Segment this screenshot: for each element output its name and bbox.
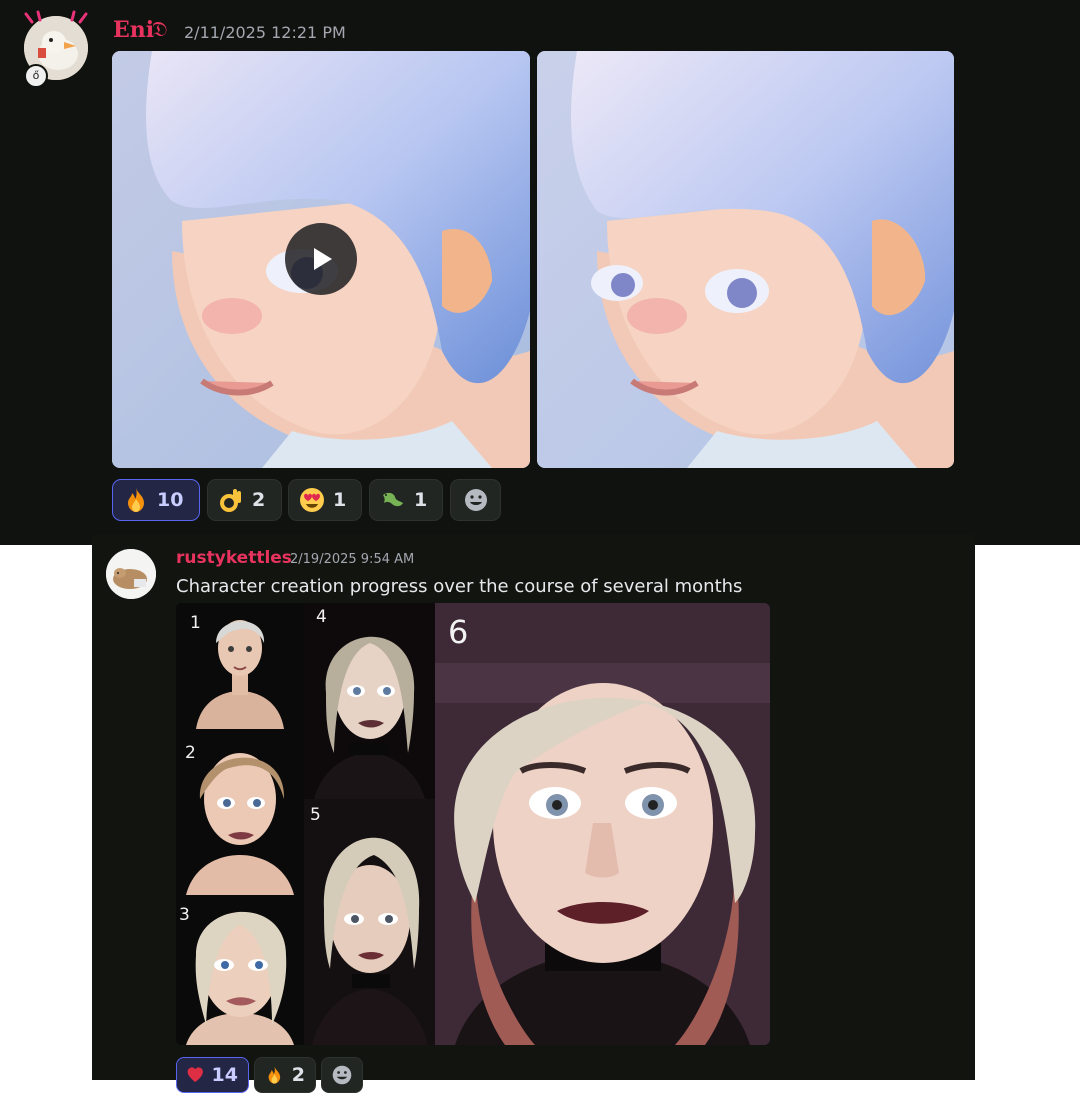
reaction-fire[interactable]: 2: [254, 1057, 316, 1093]
add-reaction-button[interactable]: [321, 1057, 363, 1093]
grid-label-2: 2: [185, 743, 196, 763]
heart-eyes-emoji-icon: [300, 488, 324, 512]
message-1: ő Eni 𝔇 2/11/2025 12:21 PM 10 2 1 1: [0, 0, 1080, 545]
grid-label-5: 5: [310, 805, 321, 825]
username-suffix: 𝔇: [152, 17, 168, 41]
progress-tile-4: [304, 603, 435, 799]
reaction-heart-eyes[interactable]: 1: [288, 479, 362, 521]
grid-label-6: 6: [448, 613, 469, 651]
fire-emoji-icon: [128, 488, 144, 512]
anime-portrait-image: [537, 51, 954, 468]
ok-hand-emoji-icon: [220, 489, 241, 512]
grid-label-1: 1: [190, 613, 201, 633]
fire-emoji-icon: [268, 1066, 281, 1084]
reaction-fire[interactable]: 10: [112, 479, 200, 521]
avatar-badge: ő: [24, 64, 48, 88]
progress-tile-3: [176, 895, 304, 1045]
reaction-count: 1: [414, 489, 428, 511]
reaction-count: 14: [211, 1064, 238, 1086]
timestamp: 2/11/2025 12:21 PM: [184, 23, 346, 42]
grid-label-3: 3: [179, 905, 190, 925]
progress-tile-5: [304, 799, 435, 1045]
add-reaction-icon: [332, 1065, 352, 1085]
heart-emoji-icon: [187, 1067, 203, 1083]
progress-tile-6: [435, 603, 770, 1045]
sparkle-decoration-icon: [24, 10, 88, 24]
play-icon: [314, 248, 332, 270]
username[interactable]: Eni: [113, 17, 154, 43]
reaction-count: 1: [333, 489, 347, 511]
play-button[interactable]: [285, 223, 357, 295]
reaction-count: 2: [252, 489, 266, 511]
reaction-count: 10: [157, 489, 184, 511]
message-text: Character creation progress over the cou…: [176, 576, 743, 597]
reaction-lizard[interactable]: 1: [369, 479, 443, 521]
add-reaction-button[interactable]: [450, 479, 501, 521]
progress-image-attachment[interactable]: 1 2 3 4 5 6: [176, 603, 770, 1045]
lizard-emoji-icon: [383, 492, 403, 507]
grid-label-4: 4: [316, 607, 327, 627]
reaction-count: 2: [291, 1064, 305, 1086]
add-reaction-icon: [464, 489, 487, 511]
video-attachment[interactable]: [112, 51, 530, 468]
reaction-heart[interactable]: 14: [176, 1057, 249, 1093]
reaction-ok-hand[interactable]: 2: [207, 479, 282, 521]
message-2: rustykettles 2/19/2025 9:54 AM Character…: [92, 535, 975, 1093]
username[interactable]: rustykettles: [176, 548, 292, 568]
image-attachment[interactable]: [537, 51, 954, 468]
timestamp: 2/19/2025 9:54 AM: [290, 552, 415, 567]
avatar[interactable]: [106, 549, 156, 599]
